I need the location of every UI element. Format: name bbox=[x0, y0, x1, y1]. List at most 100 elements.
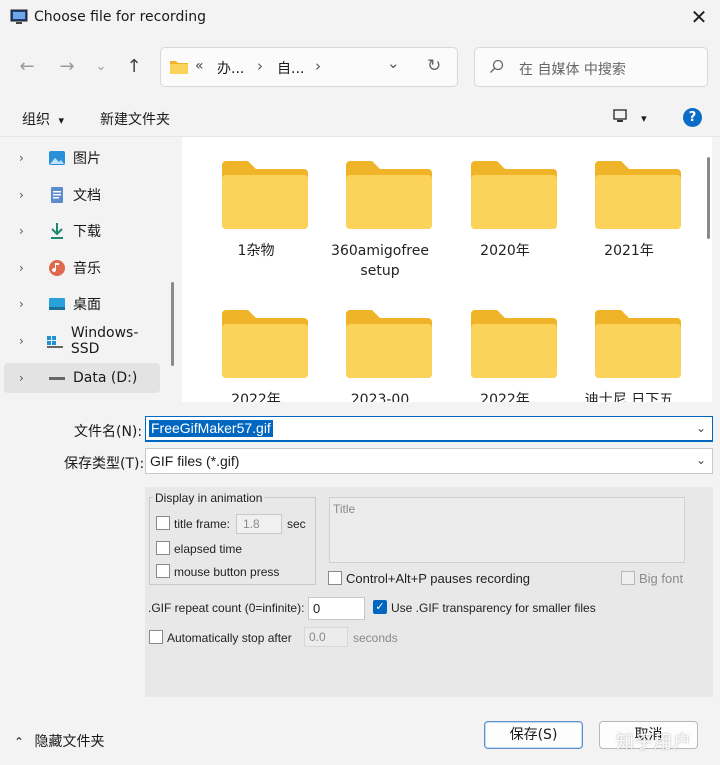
folder-label: 2022年 bbox=[231, 392, 281, 402]
breadcrumb-separator[interactable]: › bbox=[315, 57, 321, 75]
refresh-icon[interactable]: ↻ bbox=[427, 56, 441, 76]
nav-scrollbar[interactable] bbox=[171, 282, 174, 366]
title-frame-input[interactable]: 1.8 bbox=[236, 514, 282, 534]
drive-icon bbox=[46, 332, 65, 350]
sidebar-item-pictures[interactable]: › 图片 bbox=[0, 143, 162, 173]
new-folder-button[interactable]: 新建文件夹 bbox=[100, 109, 170, 129]
title-textarea[interactable]: Title bbox=[329, 497, 685, 563]
title-frame-value: 1.8 bbox=[243, 517, 260, 531]
sidebar-item-label: Data (D:) bbox=[73, 370, 138, 386]
repeat-count-label: .GIF repeat count (0=infinite): bbox=[148, 601, 305, 615]
chevron-right-icon[interactable]: › bbox=[19, 297, 41, 311]
auto-stop-value: 0.0 bbox=[309, 630, 326, 644]
transparency-label: Use .GIF transparency for smaller files bbox=[391, 601, 596, 615]
help-button[interactable]: ? bbox=[683, 108, 702, 127]
breadcrumb-item[interactable]: 办... bbox=[217, 58, 244, 78]
folder-item[interactable]: 1杂物 bbox=[194, 159, 318, 261]
organize-label: 组织 bbox=[22, 112, 50, 128]
address-dropdown[interactable]: ⌄ bbox=[387, 54, 400, 72]
chevron-right-icon[interactable]: › bbox=[19, 188, 41, 202]
chevron-right-icon[interactable]: › bbox=[19, 371, 41, 385]
breadcrumb-item[interactable]: 自... bbox=[277, 58, 304, 78]
chevron-right-icon[interactable]: › bbox=[19, 334, 40, 348]
folder-item[interactable]: 迪士尼 日下五 bbox=[567, 308, 691, 402]
folder-icon bbox=[567, 308, 691, 384]
title-frame-label: title frame: bbox=[174, 517, 231, 531]
breadcrumb-overflow[interactable]: « bbox=[195, 58, 204, 74]
title-placeholder: Title bbox=[333, 502, 356, 516]
folder-icon bbox=[318, 308, 442, 384]
chevron-right-icon[interactable]: › bbox=[19, 261, 41, 275]
sidebar-item-label: 图片 bbox=[73, 151, 101, 167]
sidebar-item-desktop[interactable]: › 桌面 bbox=[0, 289, 162, 319]
downloads-icon bbox=[47, 222, 67, 240]
title-frame-unit: sec bbox=[287, 517, 306, 531]
elapsed-time-checkbox[interactable] bbox=[156, 541, 170, 555]
auto-stop-input[interactable]: 0.0 bbox=[304, 627, 348, 647]
chevron-down-icon[interactable]: ⌄ bbox=[696, 453, 706, 467]
repeat-count-input[interactable]: 0 bbox=[308, 597, 365, 620]
filetype-value: GIF files (*.gif) bbox=[150, 453, 240, 469]
repeat-count-value: 0 bbox=[313, 601, 321, 616]
chevron-down-icon: ▾ bbox=[641, 111, 647, 125]
chevron-down-icon[interactable]: ⌄ bbox=[696, 421, 706, 435]
view-options-button[interactable]: ▾ bbox=[613, 109, 647, 127]
folder-item[interactable]: 2023-00 bbox=[318, 308, 442, 402]
folder-label: 1杂物 bbox=[237, 243, 275, 259]
sidebar-item-windows-ssd[interactable]: › Windows-SSD bbox=[0, 325, 162, 357]
filename-input[interactable]: FreeGifMaker57.gif ⌄ bbox=[145, 416, 713, 442]
desktop-icon bbox=[47, 295, 67, 313]
back-button[interactable]: ← bbox=[14, 54, 40, 80]
chevron-right-icon[interactable]: › bbox=[19, 151, 41, 165]
folder-icon bbox=[443, 159, 567, 235]
auto-stop-unit: seconds bbox=[353, 631, 398, 645]
address-bar[interactable]: « 办... › 自... › ⌄ ↻ bbox=[160, 47, 458, 87]
mouse-button-checkbox[interactable] bbox=[156, 564, 170, 578]
auto-stop-checkbox[interactable] bbox=[149, 630, 163, 644]
sidebar-item-label: 音乐 bbox=[73, 261, 101, 277]
pictures-icon bbox=[47, 149, 67, 167]
save-button[interactable]: 保存(S) bbox=[484, 721, 583, 749]
folder-label: 2023-00 bbox=[350, 392, 410, 402]
watermark: 知乎用户 bbox=[616, 732, 692, 753]
big-font-label: Big font bbox=[639, 571, 684, 586]
sidebar-item-label: Windows-SSD bbox=[70, 325, 139, 357]
filetype-select[interactable]: GIF files (*.gif) ⌄ bbox=[145, 448, 713, 474]
sidebar-item-music[interactable]: › 音乐 bbox=[0, 253, 162, 283]
recent-locations-dropdown[interactable]: ⌄ bbox=[88, 54, 114, 80]
folder-item[interactable]: 2022年 bbox=[443, 308, 567, 402]
up-button[interactable]: ↑ bbox=[121, 54, 147, 80]
folder-icon bbox=[443, 308, 567, 384]
sidebar-item-documents[interactable]: › 文档 bbox=[0, 180, 162, 210]
title-frame-checkbox[interactable] bbox=[156, 516, 170, 530]
hide-folders-toggle[interactable]: ⌃ 隐藏文件夹 bbox=[14, 731, 105, 751]
sidebar-item-data-drive[interactable]: › Data (D:) bbox=[4, 363, 160, 393]
organize-button[interactable]: 组织 ▾ bbox=[22, 109, 64, 129]
chevron-down-icon: ▾ bbox=[58, 114, 64, 127]
sidebar-item-label: 文档 bbox=[73, 188, 101, 204]
folder-item[interactable]: 2022年 bbox=[194, 308, 318, 402]
window-title: Choose file for recording bbox=[34, 9, 206, 25]
sidebar-item-downloads[interactable]: › 下载 bbox=[0, 216, 162, 246]
close-button[interactable]: ✕ bbox=[686, 6, 712, 30]
forward-button[interactable]: → bbox=[54, 54, 80, 80]
control-pause-label: Control+Alt+P pauses recording bbox=[346, 571, 531, 586]
folder-item[interactable]: 2021年 bbox=[567, 159, 691, 261]
big-font-checkbox[interactable] bbox=[621, 571, 635, 585]
transparency-checkbox[interactable]: ✓ bbox=[373, 600, 387, 614]
folder-label: 2020年 bbox=[480, 243, 530, 259]
search-icon bbox=[489, 59, 505, 79]
file-scrollbar[interactable] bbox=[707, 157, 710, 239]
folder-icon bbox=[567, 159, 691, 235]
chevron-right-icon[interactable]: › bbox=[19, 224, 41, 238]
folder-icon bbox=[318, 159, 442, 235]
filename-label: 文件名(N): bbox=[74, 424, 143, 440]
folder-label: 2022年 bbox=[480, 392, 530, 402]
search-box[interactable]: 在 自媒体 中搜索 bbox=[474, 47, 708, 87]
folder-item[interactable]: 2020年 bbox=[443, 159, 567, 261]
folder-item[interactable]: 360amigofree setup bbox=[318, 159, 442, 281]
breadcrumb-separator[interactable]: › bbox=[257, 57, 263, 75]
control-pause-checkbox[interactable] bbox=[328, 571, 342, 585]
filename-value: FreeGifMaker57.gif bbox=[149, 420, 273, 437]
search-input[interactable]: 在 自媒体 中搜索 bbox=[519, 59, 626, 79]
